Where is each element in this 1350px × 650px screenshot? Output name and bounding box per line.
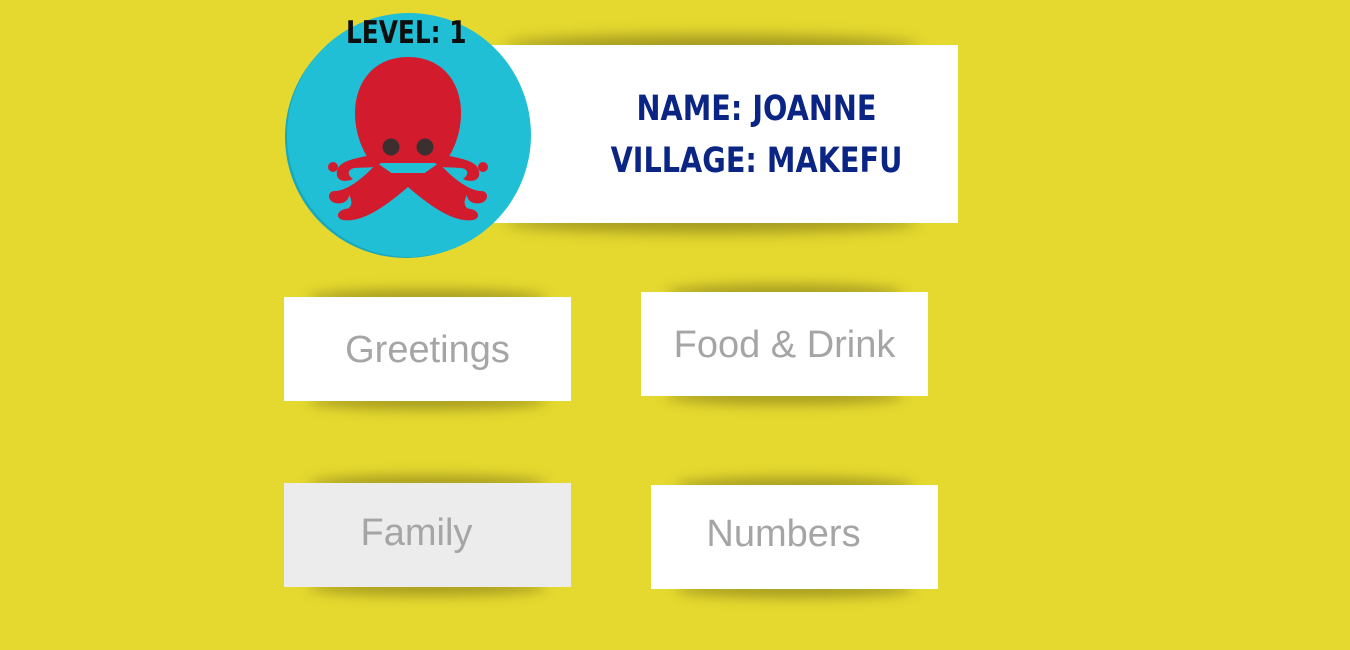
profile-info: NAME: JOANNE VILLAGE: MAKEFU [599, 83, 913, 187]
profile-village: VILLAGE: MAKEFU [610, 141, 903, 181]
numbers-button[interactable]: Numbers [651, 485, 938, 589]
profile-card: NAME: JOANNE VILLAGE: MAKEFU [465, 45, 958, 223]
greetings-button[interactable]: Greetings [284, 297, 571, 401]
family-button[interactable]: Family [284, 483, 571, 587]
family-button-label: Family [360, 512, 473, 554]
profile-name: NAME: JOANNE [636, 89, 877, 129]
numbers-button-label: Numbers [706, 513, 861, 555]
greetings-button-label: Greetings [345, 328, 510, 371]
food-drink-button[interactable]: Food & Drink [641, 292, 928, 396]
food-drink-button-label: Food & Drink [673, 323, 896, 366]
level-label: LEVEL: 1 [346, 15, 467, 51]
